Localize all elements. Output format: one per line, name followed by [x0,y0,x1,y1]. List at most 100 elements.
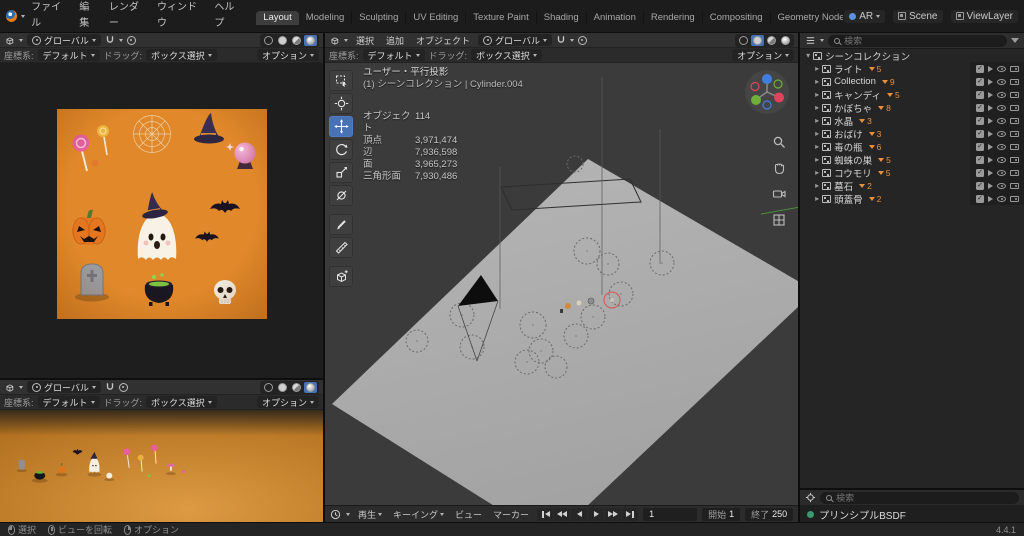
shading-wireframe-button[interactable] [737,35,750,46]
properties-editor-icon[interactable] [805,492,816,503]
selectable-icon[interactable] [988,182,993,189]
orientation-dropdown[interactable]: グローバル [27,381,101,393]
expander-icon[interactable] [815,102,819,113]
hide-eye-icon[interactable] [997,143,1006,150]
menu-edit[interactable]: 編集 [74,0,103,32]
outliner-row-skull[interactable]: 頭蓋骨 2 [800,192,1024,206]
exclude-checkbox[interactable] [976,64,984,73]
mode-pill[interactable]: AR [844,9,886,23]
render-preview-canvas[interactable] [0,63,323,378]
outliner-row-spiderweb[interactable]: 蜘蛛の巣 5 [800,153,1024,167]
outliner-search-input[interactable] [844,35,1001,46]
render-camera-icon[interactable] [1010,117,1019,124]
expander-icon[interactable] [815,89,819,100]
expander-icon[interactable] [815,180,819,191]
menu-object[interactable]: オブジェクト [412,34,474,47]
exclude-checkbox[interactable] [976,168,984,177]
drag-dropdown[interactable]: ボックス選択 [146,49,217,61]
coord-dropdown[interactable]: デフォルト [37,396,100,408]
view-menu[interactable]: ビュー [452,508,485,521]
outliner-row-pumpkin[interactable]: かぼちゃ 8 [800,101,1024,115]
hide-eye-icon[interactable] [997,169,1006,176]
outliner-root-row[interactable]: シーンコレクション [800,49,1024,63]
timeline-editor-icon[interactable] [330,509,341,520]
pan-hand-icon[interactable] [772,161,786,178]
options-dropdown[interactable]: オプション [732,49,795,61]
tab-texture-paint[interactable]: Texture Paint [466,10,537,25]
expander-icon[interactable] [815,167,819,178]
expander-icon[interactable] [815,115,819,126]
rotate-tool[interactable] [329,139,353,160]
snap-magnet-icon[interactable] [556,35,566,45]
shading-material-button[interactable] [290,382,303,393]
menu-help[interactable]: ヘルプ [209,0,247,32]
selectable-icon[interactable] [988,91,993,98]
expander-icon[interactable] [806,50,810,61]
outliner-row-crystal[interactable]: 水晶 3 [800,114,1024,128]
orientation-dropdown[interactable]: グローバル [478,34,552,46]
current-frame-field[interactable]: 1 [643,507,698,521]
coord-dropdown[interactable]: デフォルト [37,49,100,61]
shading-rendered-button[interactable] [779,35,792,46]
tab-shading[interactable]: Shading [537,10,587,25]
menu-window[interactable]: ウィンドウ [152,0,208,32]
exclude-checkbox[interactable] [976,129,984,138]
exclude-checkbox[interactable] [976,116,984,125]
material-row[interactable]: プリンシプルBSDF [800,506,1024,522]
selectable-icon[interactable] [988,104,993,111]
toggle-grid-icon[interactable] [772,213,786,230]
prev-keyframe-button[interactable] [554,507,571,521]
shading-rendered-button[interactable] [304,34,317,46]
move-tool[interactable] [329,116,353,137]
blender-logo-icon[interactable] [6,10,18,22]
tab-geometry-nodes[interactable]: Geometry Nodes [771,11,844,25]
exclude-checkbox[interactable] [976,103,984,112]
editor-type-icon[interactable] [329,35,340,46]
shading-wireframe-button[interactable] [262,35,275,46]
playback-menu[interactable]: 再生 [355,508,385,521]
selectable-icon[interactable] [988,143,993,150]
render-camera-icon[interactable] [1010,143,1019,150]
jump-end-button[interactable] [622,507,639,521]
snap-magnet-icon[interactable] [105,35,115,45]
exclude-checkbox[interactable] [976,194,984,203]
render-camera-icon[interactable] [1010,130,1019,137]
filter-icon[interactable] [1011,38,1019,43]
selectable-icon[interactable] [988,156,993,163]
expander-icon[interactable] [815,141,819,152]
transform-tool[interactable] [329,185,353,206]
selectable-icon[interactable] [988,130,993,137]
hide-eye-icon[interactable] [997,117,1006,124]
render-camera-icon[interactable] [1010,104,1019,111]
expander-icon[interactable] [815,193,819,204]
options-dropdown[interactable]: オプション [256,49,319,61]
outliner-search[interactable] [828,34,1007,47]
menu-file[interactable]: ファイル [26,0,73,32]
tab-rendering[interactable]: Rendering [644,10,703,25]
exclude-checkbox[interactable] [976,155,984,164]
play-button[interactable] [588,507,605,521]
select-box-tool[interactable] [329,70,353,91]
measure-tool[interactable] [329,237,353,258]
selectable-icon[interactable] [988,169,993,176]
drag-dropdown[interactable]: ボックス選択 [146,396,217,408]
render-camera-icon[interactable] [1010,195,1019,202]
navigation-gizmo[interactable] [744,69,790,118]
selectable-icon[interactable] [988,117,993,124]
editor-type-icon[interactable] [4,382,15,393]
hide-eye-icon[interactable] [997,104,1006,111]
exclude-checkbox[interactable] [976,77,984,86]
scale-tool[interactable] [329,162,353,183]
render-camera-icon[interactable] [1010,156,1019,163]
render-camera-icon[interactable] [1010,78,1019,85]
render-camera-icon[interactable] [1010,91,1019,98]
shading-material-button[interactable] [290,35,303,46]
frame-end-field[interactable]: 終了 250 [745,507,794,521]
selectable-icon[interactable] [988,195,993,202]
tab-sculpting[interactable]: Sculpting [352,10,407,25]
hide-eye-icon[interactable] [997,130,1006,137]
exclude-checkbox[interactable] [976,142,984,151]
next-keyframe-button[interactable] [605,507,622,521]
tab-compositing[interactable]: Compositing [703,10,771,25]
hide-eye-icon[interactable] [997,195,1006,202]
